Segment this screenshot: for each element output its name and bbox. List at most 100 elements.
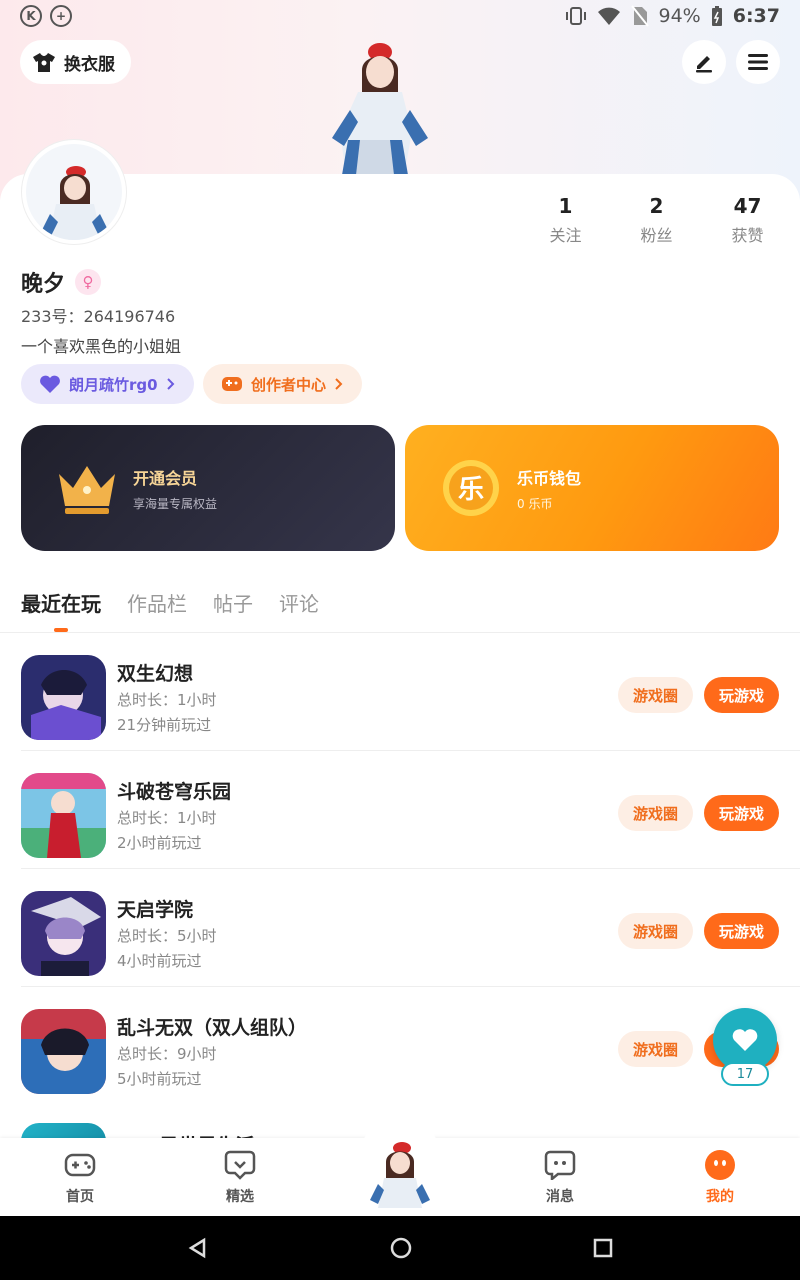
family-chip-label: 朗月疏竹rg0 [69,375,158,394]
game-circle-button[interactable]: 游戏圈 [618,1031,693,1067]
game-row[interactable]: 天启学院 总时长：5小时 4小时前玩过 游戏圈 玩游戏 [0,869,800,987]
following-stat[interactable]: 1 关注 [520,194,611,246]
status-bar: K + 94% 6:37 [0,0,800,32]
nav-home-label: 首页 [66,1189,94,1205]
game-row[interactable]: 斗破苍穹乐园 总时长：1小时 2小时前玩过 游戏圈 玩游戏 [0,751,800,869]
tab-comments[interactable]: 评论 [279,588,319,630]
tab-recently-played[interactable]: 最近在玩 [21,588,101,632]
user-id: 233号：264196746 [21,307,176,326]
tab-works[interactable]: 作品栏 [127,588,187,630]
nav-profile-label: 我的 [706,1189,734,1205]
content-tabs: 最近在玩 作品栏 帖子 评论 [21,588,319,632]
tab-works-label: 作品栏 [127,592,187,616]
game-icon [21,773,106,858]
following-count: 1 [558,194,573,218]
wallet-card-subtitle: 0 乐币 [517,496,553,511]
tab-posts-label: 帖子 [213,592,253,616]
nav-messages-label: 消息 [546,1189,574,1205]
plus-app-icon: + [50,5,72,27]
battery-percentage: 94% [658,5,701,27]
tab-recently-played-label: 最近在玩 [21,592,101,616]
nav-center-avatar-button[interactable] [358,1118,442,1208]
gamepad-icon [64,1153,96,1177]
battery-icon [711,6,722,26]
heart-chat-icon [224,1150,256,1180]
gamepad-icon [222,377,242,391]
change-outfit-label: 换衣服 [64,54,115,75]
user-avatar-image [26,144,122,240]
family-chip[interactable]: 朗月疏竹rg0 [21,364,194,404]
profile-stats: 1 关注 2 粉丝 47 获赞 [520,194,793,246]
crown-icon [59,466,115,514]
game-row[interactable]: 乱斗无双（双人组队） 总时长：9小时 5小时前玩过 游戏圈 玩游戏 [0,987,800,1105]
game-name: 天启学院 [117,899,194,921]
edit-profile-button[interactable] [682,40,726,84]
pencil-icon [696,56,712,73]
wallet-card-title: 乐币钱包 [517,468,582,488]
vip-card[interactable]: 开通会员 享海量专属权益 [21,425,395,551]
game-last-played: 5小时前玩过 [117,1070,202,1088]
game-last-played: 2小时前玩过 [117,834,202,852]
recents-icon[interactable] [593,1238,613,1258]
k-app-icon: K [20,5,42,27]
tab-posts[interactable]: 帖子 [213,588,253,630]
followers-count: 2 [649,194,664,218]
character-avatar-image[interactable] [320,30,430,175]
tshirt-icon [33,53,55,72]
wallet-card[interactable]: 乐 乐币钱包 0 乐币 [405,425,779,551]
hamburger-icon [748,54,768,70]
game-duration: 总时长：1小时 [117,809,217,827]
likes-stat[interactable]: 47 获赞 [702,194,793,246]
nav-messages[interactable]: 消息 [520,1148,600,1206]
followers-stat[interactable]: 2 粉丝 [611,194,702,246]
game-name: 双生幻想 [117,663,194,685]
game-last-played: 21分钟前玩过 [117,716,212,734]
home-icon[interactable] [389,1236,413,1260]
profile-face-icon [705,1150,735,1180]
creator-center-chip[interactable]: 创作者中心 [203,364,363,404]
game-duration: 总时长：9小时 [117,1045,217,1063]
heart-icon [40,375,60,393]
vip-card-title: 开通会员 [133,468,198,488]
message-icon [544,1150,576,1180]
vibrate-icon [565,7,586,25]
creator-center-label: 创作者中心 [251,375,327,394]
nav-featured-label: 精选 [226,1189,254,1205]
game-last-played: 4小时前玩过 [117,952,202,970]
game-icon [21,655,106,740]
game-name: 斗破苍穹乐园 [117,781,232,803]
following-label: 关注 [549,226,582,245]
female-gender-icon: ♀ [75,269,102,295]
character-avatar-icon [370,1142,430,1208]
back-icon[interactable] [187,1237,209,1259]
likes-count: 47 [733,194,762,218]
game-name: 乱斗无双（双人组队） [117,1017,308,1039]
game-duration: 总时长：5小时 [117,927,217,945]
wifi-icon [597,7,620,25]
game-duration: 总时长：1小时 [117,691,217,709]
heart-icon [732,1029,758,1051]
game-row[interactable]: 双生幻想 总时长：1小时 21分钟前玩过 游戏圈 玩游戏 [0,633,800,751]
game-circle-button[interactable]: 游戏圈 [618,795,693,831]
followers-label: 粉丝 [640,226,673,245]
username: 晚夕 [21,272,66,297]
play-game-button[interactable]: 玩游戏 [704,795,779,831]
floating-like-count: 17 [721,1062,769,1086]
nav-profile[interactable]: 我的 [680,1148,760,1206]
nav-home[interactable]: 首页 [40,1148,120,1206]
game-icon [21,891,106,976]
user-avatar[interactable] [22,140,126,244]
menu-button[interactable] [736,40,780,84]
play-game-button[interactable]: 玩游戏 [704,677,779,713]
change-outfit-button[interactable]: 换衣服 [20,40,131,84]
no-sim-icon [630,5,649,27]
play-game-button[interactable]: 玩游戏 [704,913,779,949]
nav-featured[interactable]: 精选 [200,1148,280,1206]
coin-glyph: 乐 [458,475,484,505]
android-navigation-bar [0,1216,800,1280]
game-circle-button[interactable]: 游戏圈 [618,913,693,949]
game-circle-button[interactable]: 游戏圈 [618,677,693,713]
chevron-right-icon [335,378,343,390]
game-icon [21,1009,106,1094]
clock: 6:37 [732,5,780,27]
